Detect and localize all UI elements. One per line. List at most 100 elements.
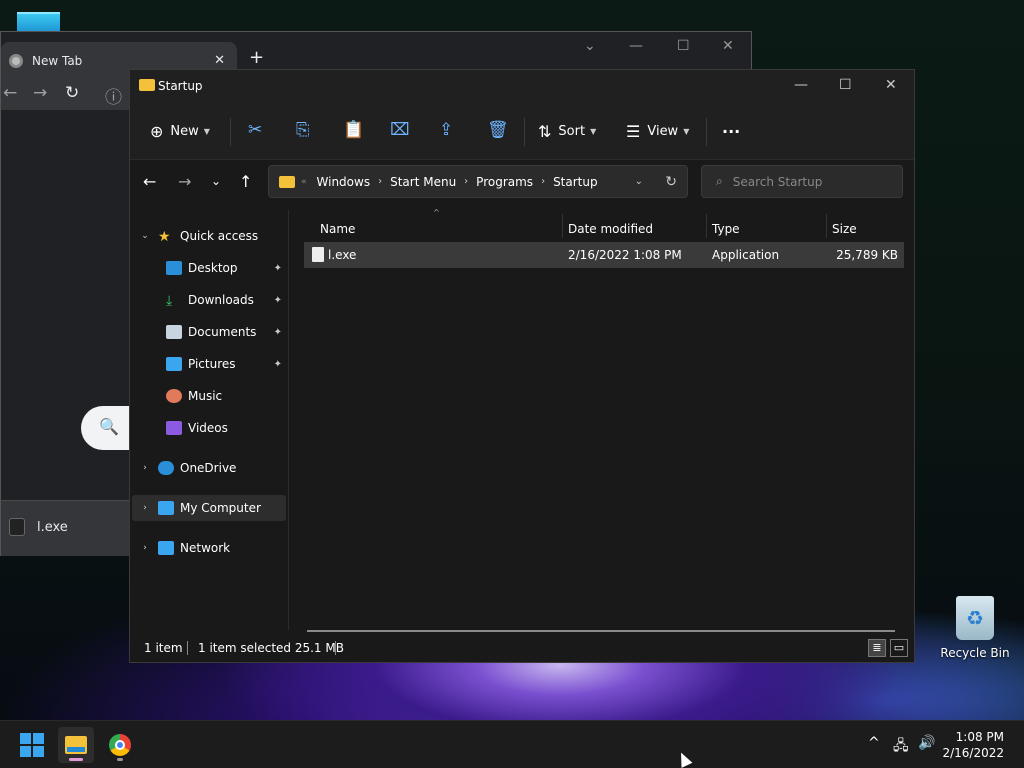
network-icon[interactable]: 🖧: [893, 735, 909, 759]
file-size: 25,789 KB: [836, 248, 898, 262]
new-tab-button[interactable]: +: [249, 47, 264, 68]
breadcrumb-separator-icon[interactable]: ›: [464, 176, 468, 187]
taskbar: ^ 🖧 🔊 1:08 PM 2/16/2022: [0, 720, 1024, 768]
sidebar-item-music[interactable]: Music: [166, 383, 286, 409]
breadcrumb-separator-icon[interactable]: ›: [378, 176, 382, 187]
toolbar-divider: [706, 118, 707, 146]
reload-icon[interactable]: ↻: [65, 83, 79, 103]
overflow-chevron-icon[interactable]: «: [301, 177, 307, 187]
cut-icon[interactable]: ✂: [248, 120, 262, 140]
paste-icon[interactable]: 📋: [343, 120, 364, 140]
up-arrow-icon[interactable]: ↑: [239, 172, 252, 191]
column-header-type[interactable]: Type: [712, 216, 824, 242]
recycle-bin-shortcut[interactable]: Recycle Bin: [940, 596, 1010, 660]
copy-icon[interactable]: ⎘: [296, 120, 310, 140]
view-button[interactable]: ☰ View ▼: [626, 122, 689, 141]
recycle-bin-label: Recycle Bin: [940, 646, 1010, 660]
new-button[interactable]: ⊕ New ▼: [150, 122, 210, 141]
cloud-icon: [158, 461, 174, 475]
column-header-name[interactable]: Name: [320, 216, 560, 242]
sort-button[interactable]: ⇅ Sort ▼: [538, 122, 596, 141]
site-info-icon[interactable]: ⓘ: [105, 83, 122, 108]
new-label: New: [170, 124, 199, 139]
chrome-favicon-icon: [9, 53, 23, 68]
sidebar-item-my-computer[interactable]: › My Computer: [132, 495, 286, 521]
sidebar-item-network[interactable]: › Network: [138, 535, 286, 561]
chevron-down-icon: ▼: [203, 127, 210, 136]
download-arrow-icon: ⤓: [166, 293, 173, 309]
column-divider[interactable]: [562, 214, 563, 238]
navigation-pane: ⌄ ★ Quick access Desktop ✦ ⤓ Downloads ✦…: [130, 210, 288, 630]
collapse-chevron-icon[interactable]: ⌄: [138, 231, 152, 241]
recent-locations-icon[interactable]: ⌄: [211, 174, 221, 188]
search-icon: ⌕: [716, 174, 723, 188]
start-button[interactable]: [14, 727, 50, 763]
pane-divider[interactable]: [288, 210, 289, 630]
volume-icon[interactable]: 🔊: [918, 735, 935, 751]
file-explorer-icon: [65, 736, 87, 754]
chrome-tab-title: New Tab: [32, 53, 83, 68]
expand-chevron-icon[interactable]: ›: [138, 543, 152, 553]
refresh-icon[interactable]: ↻: [665, 174, 677, 190]
tiles-view-button[interactable]: ▭: [890, 639, 908, 657]
sidebar-item-onedrive[interactable]: › OneDrive: [138, 455, 286, 481]
minimize-button[interactable]: —: [794, 77, 808, 93]
chrome-close-button[interactable]: ✕: [722, 38, 734, 54]
tab-close-icon[interactable]: ✕: [214, 53, 225, 68]
expand-chevron-icon[interactable]: ›: [138, 503, 152, 513]
sidebar-item-pictures[interactable]: Pictures ✦: [166, 351, 286, 377]
back-arrow-icon[interactable]: ←: [143, 172, 156, 191]
sidebar-item-downloads[interactable]: ⤓ Downloads ✦: [166, 287, 286, 313]
table-row[interactable]: l.exe 2/16/2022 1:08 PM Application 25,7…: [304, 242, 904, 268]
view-list-icon: ☰: [626, 122, 641, 141]
taskbar-file-explorer[interactable]: [58, 727, 94, 763]
forward-arrow-icon[interactable]: →: [33, 83, 47, 103]
maximize-button[interactable]: ☐: [839, 77, 852, 93]
column-header-date-modified[interactable]: Date modified: [568, 216, 704, 242]
chrome-dropdown-icon[interactable]: ⌄: [584, 38, 596, 54]
breadcrumb-start-menu[interactable]: Start Menu: [390, 175, 456, 189]
network-icon: [158, 541, 174, 555]
show-hidden-icons-chevron[interactable]: ^: [868, 735, 880, 751]
active-indicator: [69, 758, 83, 761]
file-list-pane[interactable]: ^ Name Date modified Type Size l.exe 2/1…: [304, 208, 904, 630]
explorer-titlebar[interactable]: Startup — ☐ ✕: [130, 70, 914, 104]
item-count: 1 item: [144, 641, 183, 655]
sidebar-item-label: Quick access: [180, 229, 259, 243]
breadcrumb-windows[interactable]: Windows: [317, 175, 371, 189]
address-bar[interactable]: « Windows › Start Menu › Programs › Star…: [268, 165, 688, 198]
file-explorer-window[interactable]: Startup — ☐ ✕ ⊕ New ▼ ✂ ⎘ 📋 ⌧ ⇪ 🗑 ⇅ Sort…: [129, 69, 915, 663]
share-icon[interactable]: ⇪: [439, 120, 453, 140]
rename-icon[interactable]: ⌧: [390, 120, 410, 140]
forward-arrow-icon[interactable]: →: [178, 172, 191, 191]
sidebar-item-videos[interactable]: Videos: [166, 415, 286, 441]
close-button[interactable]: ✕: [885, 77, 897, 93]
back-arrow-icon[interactable]: ←: [3, 83, 17, 103]
details-view-button[interactable]: ≣: [868, 639, 886, 657]
music-icon: [166, 389, 182, 403]
sidebar-item-desktop[interactable]: Desktop ✦: [166, 255, 286, 281]
search-placeholder: Search Startup: [732, 174, 823, 189]
column-divider[interactable]: [706, 214, 707, 238]
breadcrumb-startup[interactable]: Startup: [553, 175, 598, 189]
clock-time: 1:08 PM: [955, 730, 1004, 744]
column-divider[interactable]: [826, 214, 827, 238]
column-header-size[interactable]: Size: [832, 216, 902, 242]
delete-icon[interactable]: 🗑: [487, 120, 509, 140]
horizontal-scrollbar[interactable]: [307, 630, 895, 632]
search-input[interactable]: ⌕ Search Startup: [701, 165, 903, 198]
address-dropdown-icon[interactable]: ⌄: [635, 176, 643, 187]
search-icon: 🔍: [99, 417, 119, 436]
download-item-name[interactable]: l.exe: [37, 520, 68, 535]
taskbar-chrome[interactable]: [102, 727, 138, 763]
file-date-modified: 2/16/2022 1:08 PM: [568, 248, 682, 262]
breadcrumb-separator-icon[interactable]: ›: [541, 176, 545, 187]
more-options-button[interactable]: ···: [722, 122, 740, 141]
sidebar-item-documents[interactable]: Documents ✦: [166, 319, 286, 345]
expand-chevron-icon[interactable]: ›: [138, 463, 152, 473]
breadcrumb-programs[interactable]: Programs: [476, 175, 533, 189]
sidebar-item-quick-access[interactable]: ⌄ ★ Quick access: [138, 223, 286, 249]
system-clock[interactable]: 1:08 PM 2/16/2022: [942, 729, 1004, 761]
chrome-minimize-button[interactable]: —: [629, 38, 643, 54]
chrome-maximize-button[interactable]: ☐: [677, 38, 690, 54]
